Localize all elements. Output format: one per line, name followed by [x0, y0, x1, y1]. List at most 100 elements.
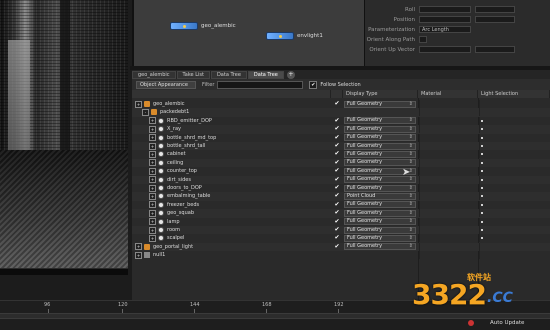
expand-icon[interactable]: + — [149, 218, 156, 226]
collapse-icon[interactable]: - — [142, 108, 149, 116]
visibility-check-icon[interactable]: ✔ — [333, 142, 341, 150]
network-editor[interactable]: geo_alembic envlight1 — [132, 0, 366, 66]
param-field[interactable] — [419, 16, 471, 23]
mode-dropdown[interactable]: Object Appearance — [136, 80, 196, 89]
light-selection-cell[interactable] — [479, 226, 550, 234]
visibility-check-icon[interactable]: ✔ — [333, 218, 341, 226]
tree-item[interactable]: + freezer_beds — [149, 201, 199, 209]
display-type-dropdown[interactable]: Full Geometry ⇕ — [344, 201, 416, 209]
param-field[interactable] — [419, 46, 471, 53]
node-envlight1[interactable]: envlight1 — [266, 32, 323, 40]
visibility-check-icon[interactable] — [333, 108, 341, 116]
visibility-check-icon[interactable] — [333, 251, 341, 259]
tab-take-list[interactable]: Take List — [176, 70, 210, 79]
material-cell[interactable] — [419, 167, 478, 176]
visibility-check-icon[interactable]: ✔ — [333, 117, 341, 125]
header-light-selection[interactable]: Light Selection — [478, 90, 550, 98]
expand-icon[interactable]: + — [135, 251, 142, 259]
param-field[interactable] — [475, 46, 515, 53]
tree-row[interactable]: + ceiling ✔ Full Geometry ⇕ — [132, 158, 550, 168]
tree-row[interactable]: - packedebt1 — [132, 108, 550, 117]
material-cell[interactable] — [419, 116, 478, 125]
material-cell[interactable] — [419, 200, 478, 209]
timeline-scrub-bar[interactable] — [0, 313, 550, 319]
expand-icon[interactable]: + — [149, 117, 156, 125]
tree-item[interactable]: + geo_squab — [149, 209, 194, 217]
tree-item[interactable]: + geo_portal_light — [135, 243, 193, 251]
node-geo-alembic[interactable]: geo_alembic — [170, 22, 236, 30]
tree-item[interactable]: + bottle_shrd_md_top — [149, 134, 216, 142]
tab-data-tree-active[interactable]: Data Tree — [247, 70, 284, 79]
tree-row[interactable]: + bottle_shrd_tall ✔ Full Geometry ⇕ — [132, 142, 550, 151]
expand-icon[interactable]: + — [149, 234, 156, 242]
material-cell[interactable] — [419, 242, 478, 251]
material-cell[interactable] — [419, 142, 478, 150]
light-selection-cell[interactable] — [479, 100, 550, 108]
visibility-check-icon[interactable]: ✔ — [333, 209, 341, 217]
param-field[interactable] — [475, 6, 515, 13]
material-cell[interactable] — [419, 192, 478, 201]
display-type-dropdown[interactable]: Full Geometry ⇕ — [344, 184, 416, 192]
expand-icon[interactable]: + — [135, 100, 142, 108]
tree-row[interactable]: + X_ray ✔ Full Geometry ⇕ — [132, 125, 550, 134]
tab-data-tree[interactable]: Data Tree — [210, 70, 247, 79]
light-selection-cell[interactable] — [479, 125, 550, 134]
tree-row[interactable]: + cabinet ✔ Full Geometry ⇕ — [132, 150, 550, 159]
expand-icon[interactable]: + — [149, 125, 156, 133]
display-type-dropdown[interactable]: Full Geometry ⇕ — [344, 150, 416, 158]
tree-item[interactable]: + dirt_sides — [149, 176, 191, 184]
tree-item[interactable]: - packedebt1 — [142, 108, 189, 116]
material-cell[interactable] — [419, 125, 478, 134]
tree-row[interactable]: + geo_squab ✔ Full Geometry ⇕ — [132, 209, 550, 218]
add-tab-icon[interactable]: + — [286, 70, 295, 79]
light-selection-cell[interactable] — [479, 108, 550, 117]
material-cell[interactable] — [419, 226, 478, 234]
tree-row[interactable]: + geo_portal_light ✔ Full Geometry ⇕ — [132, 242, 550, 252]
3d-viewport[interactable] — [0, 0, 128, 268]
header-visibility-icon[interactable] — [331, 90, 343, 98]
header-material[interactable]: Material — [418, 90, 478, 98]
material-cell[interactable] — [419, 175, 478, 184]
light-selection-cell[interactable] — [479, 192, 550, 201]
light-selection-cell[interactable] — [479, 142, 550, 150]
expand-icon[interactable]: + — [149, 150, 156, 158]
tree-item[interactable]: + doors_to_DOP — [149, 184, 202, 192]
visibility-check-icon[interactable]: ✔ — [333, 234, 341, 242]
param-field[interactable] — [419, 6, 471, 13]
expand-icon[interactable]: + — [149, 226, 156, 234]
display-type-dropdown[interactable]: Full Geometry ⇕ — [344, 243, 416, 251]
tree-item[interactable]: + RBD_emitter_DOP — [149, 117, 212, 125]
tree-item[interactable]: + X_ray — [149, 125, 181, 133]
visibility-check-icon[interactable]: ✔ — [333, 243, 341, 251]
visibility-check-icon[interactable]: ✔ — [333, 125, 341, 133]
light-selection-cell[interactable] — [479, 217, 550, 226]
expand-icon[interactable]: + — [149, 142, 156, 150]
filter-input[interactable] — [217, 80, 304, 89]
expand-icon[interactable]: + — [149, 176, 156, 184]
visibility-check-icon[interactable]: ✔ — [333, 167, 341, 175]
visibility-check-icon[interactable]: ✔ — [333, 184, 341, 192]
visibility-check-icon[interactable]: ✔ — [333, 159, 341, 167]
visibility-check-icon[interactable]: ✔ — [333, 192, 341, 200]
display-type-dropdown[interactable]: Full Geometry ⇕ — [344, 134, 416, 142]
tree-item[interactable]: + room — [149, 226, 180, 234]
expand-icon[interactable]: + — [149, 159, 156, 167]
light-selection-cell[interactable] — [479, 175, 550, 184]
light-selection-cell[interactable] — [479, 158, 550, 167]
display-type-dropdown[interactable]: Point Cloud ⇕ — [344, 192, 416, 200]
visibility-check-icon[interactable]: ✔ — [333, 176, 341, 184]
tree-item[interactable]: + cabinet — [149, 150, 186, 158]
light-selection-cell[interactable] — [479, 184, 550, 192]
tree-item[interactable]: + counter_top — [149, 167, 197, 175]
tree-item[interactable]: + geo_alembic — [135, 100, 185, 108]
light-selection-cell[interactable] — [479, 133, 550, 142]
tree-row[interactable]: + null1 — [132, 251, 550, 260]
expand-icon[interactable]: + — [149, 209, 156, 217]
tree-row[interactable]: + freezer_beds ✔ Full Geometry ⇕ — [132, 200, 550, 209]
light-selection-cell[interactable] — [479, 209, 550, 218]
visibility-check-icon[interactable]: ✔ — [333, 226, 341, 234]
display-type-dropdown[interactable]: Full Geometry ⇕ — [344, 125, 416, 133]
material-cell[interactable] — [419, 217, 478, 226]
tree-row[interactable]: + lamp ✔ Full Geometry ⇕ — [132, 217, 550, 226]
visibility-check-icon[interactable]: ✔ — [333, 201, 341, 209]
